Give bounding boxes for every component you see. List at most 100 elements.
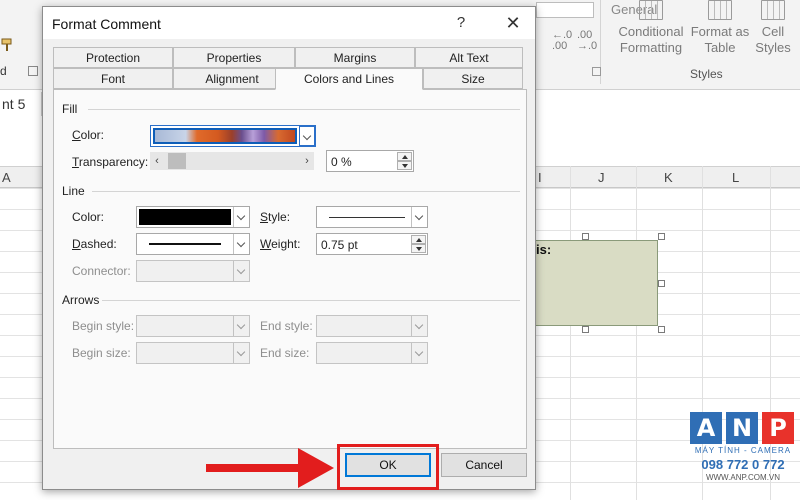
gridline [570,166,571,500]
resize-handle[interactable] [658,326,665,333]
spin-up-icon[interactable] [397,152,412,161]
weight-value: 0.75 pt [321,238,358,252]
format-as-table-line2: Table [704,40,736,55]
chevron-down-icon[interactable] [411,207,427,227]
chevron-down-icon [233,343,249,363]
connector-dropdown [136,260,250,282]
tab-font[interactable]: Font [53,68,173,89]
pointer-arrow-head-icon [298,448,334,488]
chevron-down-icon [233,261,249,281]
format-as-table-icon [708,0,732,20]
begin-size-dropdown [136,342,250,364]
chevron-down-icon [233,316,249,336]
resize-handle[interactable] [582,233,589,240]
spin-up-icon[interactable] [411,235,426,244]
fill-color-dropdown[interactable] [150,125,316,147]
logo-subtitle: MÁY TÍNH - CAMERA [694,446,792,455]
cancel-button[interactable]: Cancel [441,453,527,477]
logo-letter-a: A [690,412,722,444]
conditional-formatting-line2: Formatting [619,40,683,55]
spin-down-icon[interactable] [411,244,426,253]
conditional-formatting-button[interactable]: Conditional Formatting [612,0,690,56]
line-style-sample [329,217,405,218]
comment-text: is: [536,242,552,257]
divider [102,300,520,301]
fill-group-label: Fill [62,102,78,116]
chevron-down-icon[interactable] [299,126,315,146]
line-color-dropdown[interactable] [136,206,250,228]
number-dialog-launcher-icon[interactable] [592,67,601,76]
slider-thumb[interactable] [168,153,186,169]
dialog-titlebar[interactable]: Format Comment ? ✕ [43,7,535,39]
line-color-label: Color: [72,210,105,224]
dialog-launcher-icon[interactable] [28,66,38,76]
connector-label: Connector: [72,264,131,278]
end-style-label: End style: [260,319,313,333]
dash-style-sample [149,243,221,245]
cell-styles-line2: Styles [755,40,791,55]
number-format-box[interactable] [536,2,594,18]
column-header-k[interactable]: K [664,170,673,185]
chevron-down-icon[interactable] [233,234,249,254]
pointer-arrow-icon [206,464,306,472]
help-button[interactable]: ? [443,11,479,35]
begin-size-label: Begin size: [72,346,131,360]
weight-label: Weight: [260,237,301,251]
resize-handle[interactable] [582,326,589,333]
tab-panel-colors-and-lines: Fill Color: Transparency: ‹ › 0 % Line C… [53,89,527,449]
tab-alt-text[interactable]: Alt Text [415,47,523,68]
ribbon-group-label-fragment: d [0,64,7,78]
dashed-label: Dashed: [72,237,117,251]
tab-protection[interactable]: Protection [53,47,173,68]
end-style-dropdown [316,315,428,337]
transparency-spinner[interactable]: 0 % [326,150,414,172]
fill-color-label: Color: [72,128,105,142]
slider-right-arrow-icon[interactable]: › [300,152,314,170]
column-header-j[interactable]: J [598,170,605,185]
fill-color-label-rest: olor: [80,128,105,142]
transparency-slider[interactable]: ‹ › [150,152,314,170]
tab-alignment[interactable]: Alignment [173,68,291,89]
tab-colors-and-lines[interactable]: Colors and Lines [275,68,423,90]
gridline [636,166,637,500]
weight-spinner[interactable]: 0.75 pt [316,233,428,255]
increase-decimal-icon[interactable]: .00 →.0 [577,30,597,52]
anp-logo: A N P MÁY TÍNH - CAMERA 098 772 0 772 WW… [690,412,796,486]
line-color-swatch [139,209,231,225]
chevron-down-icon [411,316,427,336]
tab-properties[interactable]: Properties [173,47,295,68]
format-comment-dialog: Format Comment ? ✕ Protection Properties… [42,6,536,490]
column-header-l[interactable]: L [732,170,739,185]
resize-handle[interactable] [658,280,665,287]
begin-style-label: Begin style: [72,319,135,333]
column-header-a[interactable]: A [2,170,11,185]
cell-styles-icon [761,0,785,20]
close-button[interactable]: ✕ [495,11,531,35]
cell-styles-line1: Cell [761,24,785,39]
logo-letter-n: N [726,412,758,444]
line-style-dropdown[interactable] [316,206,428,228]
tab-size[interactable]: Size [423,68,523,89]
end-size-dropdown [316,342,428,364]
chevron-down-icon[interactable] [233,207,249,227]
cell-styles-button[interactable]: Cell Styles [750,0,796,56]
begin-style-dropdown [136,315,250,337]
format-painter-icon[interactable] [0,38,14,52]
ok-highlight-box [337,444,439,490]
fill-picture-swatch [153,128,297,144]
resize-handle[interactable] [658,233,665,240]
slider-left-arrow-icon[interactable]: ‹ [150,152,164,170]
decrease-decimal-icon[interactable]: ←.0.00 [552,30,572,52]
tab-margins[interactable]: Margins [295,47,415,68]
conditional-formatting-icon [639,0,663,20]
column-header-i[interactable]: I [538,170,542,185]
spin-down-icon[interactable] [397,161,412,170]
name-box[interactable]: nt 5 [0,92,42,116]
chevron-down-icon [411,343,427,363]
dashed-dropdown[interactable] [136,233,250,255]
logo-phone: 098 772 0 772 [701,457,785,472]
dialog-title: Format Comment [52,16,161,32]
logo-letter-p: P [762,412,794,444]
format-as-table-button[interactable]: Format as Table [690,0,750,56]
comment-box[interactable] [534,240,658,326]
